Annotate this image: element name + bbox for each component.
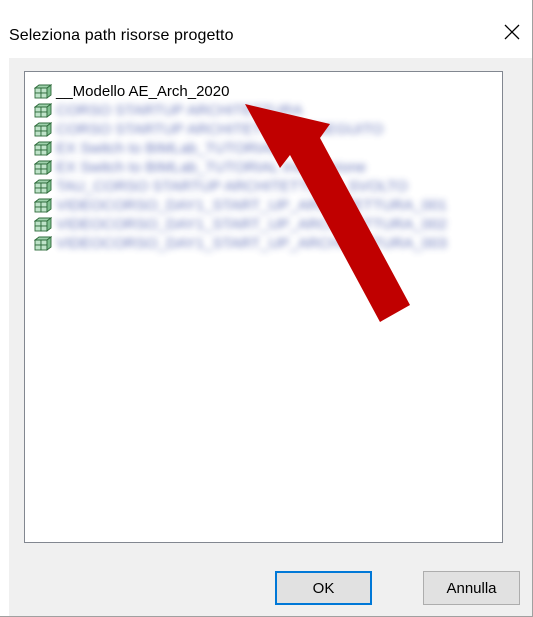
cube-group-icon (33, 102, 53, 119)
close-button[interactable] (492, 14, 532, 52)
cube-group-icon (33, 140, 53, 157)
title-bar: Seleziona path risorse progetto (0, 0, 532, 58)
cube-group-icon (33, 197, 53, 214)
list-item[interactable]: VIDEOCORSO_DAY1_START_UP_ARCHITETTURA_00… (33, 234, 447, 253)
list-item-label: EX Switch to BIMLab_TUTORIAL (56, 140, 280, 157)
cube-group-icon (33, 178, 53, 195)
cube-group-icon (33, 121, 53, 138)
list-item[interactable]: TAU_CORSO STARTUP ARCHITETTURA_SVOLTO (33, 177, 408, 196)
ok-button[interactable]: OK (275, 571, 372, 605)
list-item-label: VIDEOCORSO_DAY1_START_UP_ARCHITETTURA_00… (56, 197, 447, 214)
list-item[interactable]: VIDEOCORSO_DAY1_START_UP_ARCHITETTURA_00… (33, 196, 447, 215)
list-item-label: VIDEOCORSO_DAY1_START_UP_ARCHITETTURA_00… (56, 235, 447, 252)
list-item-label: TAU_CORSO STARTUP ARCHITETTURA_SVOLTO (56, 178, 408, 195)
list-item-label: EX Switch to BIMLab_TUTORIAL Installazio… (56, 159, 367, 176)
cube-group-icon (33, 159, 53, 176)
list-item-label: VIDEOCORSO_DAY1_START_UP_ARCHITETTURA_00… (56, 216, 447, 233)
list-item[interactable]: EX Switch to BIMLab_TUTORIAL (33, 139, 280, 158)
dialog-content: __Modello AE_Arch_2020 CORSO STARTUP ARC… (9, 58, 532, 616)
close-icon (504, 24, 520, 40)
select-resource-path-dialog: Seleziona path risorse progetto __Modell… (0, 0, 533, 617)
list-item[interactable]: __Modello AE_Arch_2020 (33, 82, 230, 101)
cube-group-icon (33, 216, 53, 233)
resource-path-list[interactable]: __Modello AE_Arch_2020 CORSO STARTUP ARC… (24, 71, 503, 543)
cube-group-icon (33, 235, 53, 252)
list-item-label: CORSO STARTUP ARCHITETTURA (56, 102, 303, 119)
list-item[interactable]: CORSO STARTUP ARCHITETTURA (33, 101, 303, 120)
cancel-button[interactable]: Annulla (423, 571, 520, 605)
list-item-label: CORSO STARTUP ARCHITETTURA ESEGUITO (56, 121, 384, 138)
list-item[interactable]: VIDEOCORSO_DAY1_START_UP_ARCHITETTURA_00… (33, 215, 447, 234)
cube-group-icon (33, 83, 53, 100)
list-item[interactable]: EX Switch to BIMLab_TUTORIAL Installazio… (33, 158, 367, 177)
list-item[interactable]: CORSO STARTUP ARCHITETTURA ESEGUITO (33, 120, 384, 139)
dialog-title: Seleziona path risorse progetto (9, 27, 234, 44)
list-item-label: __Modello AE_Arch_2020 (56, 83, 230, 100)
